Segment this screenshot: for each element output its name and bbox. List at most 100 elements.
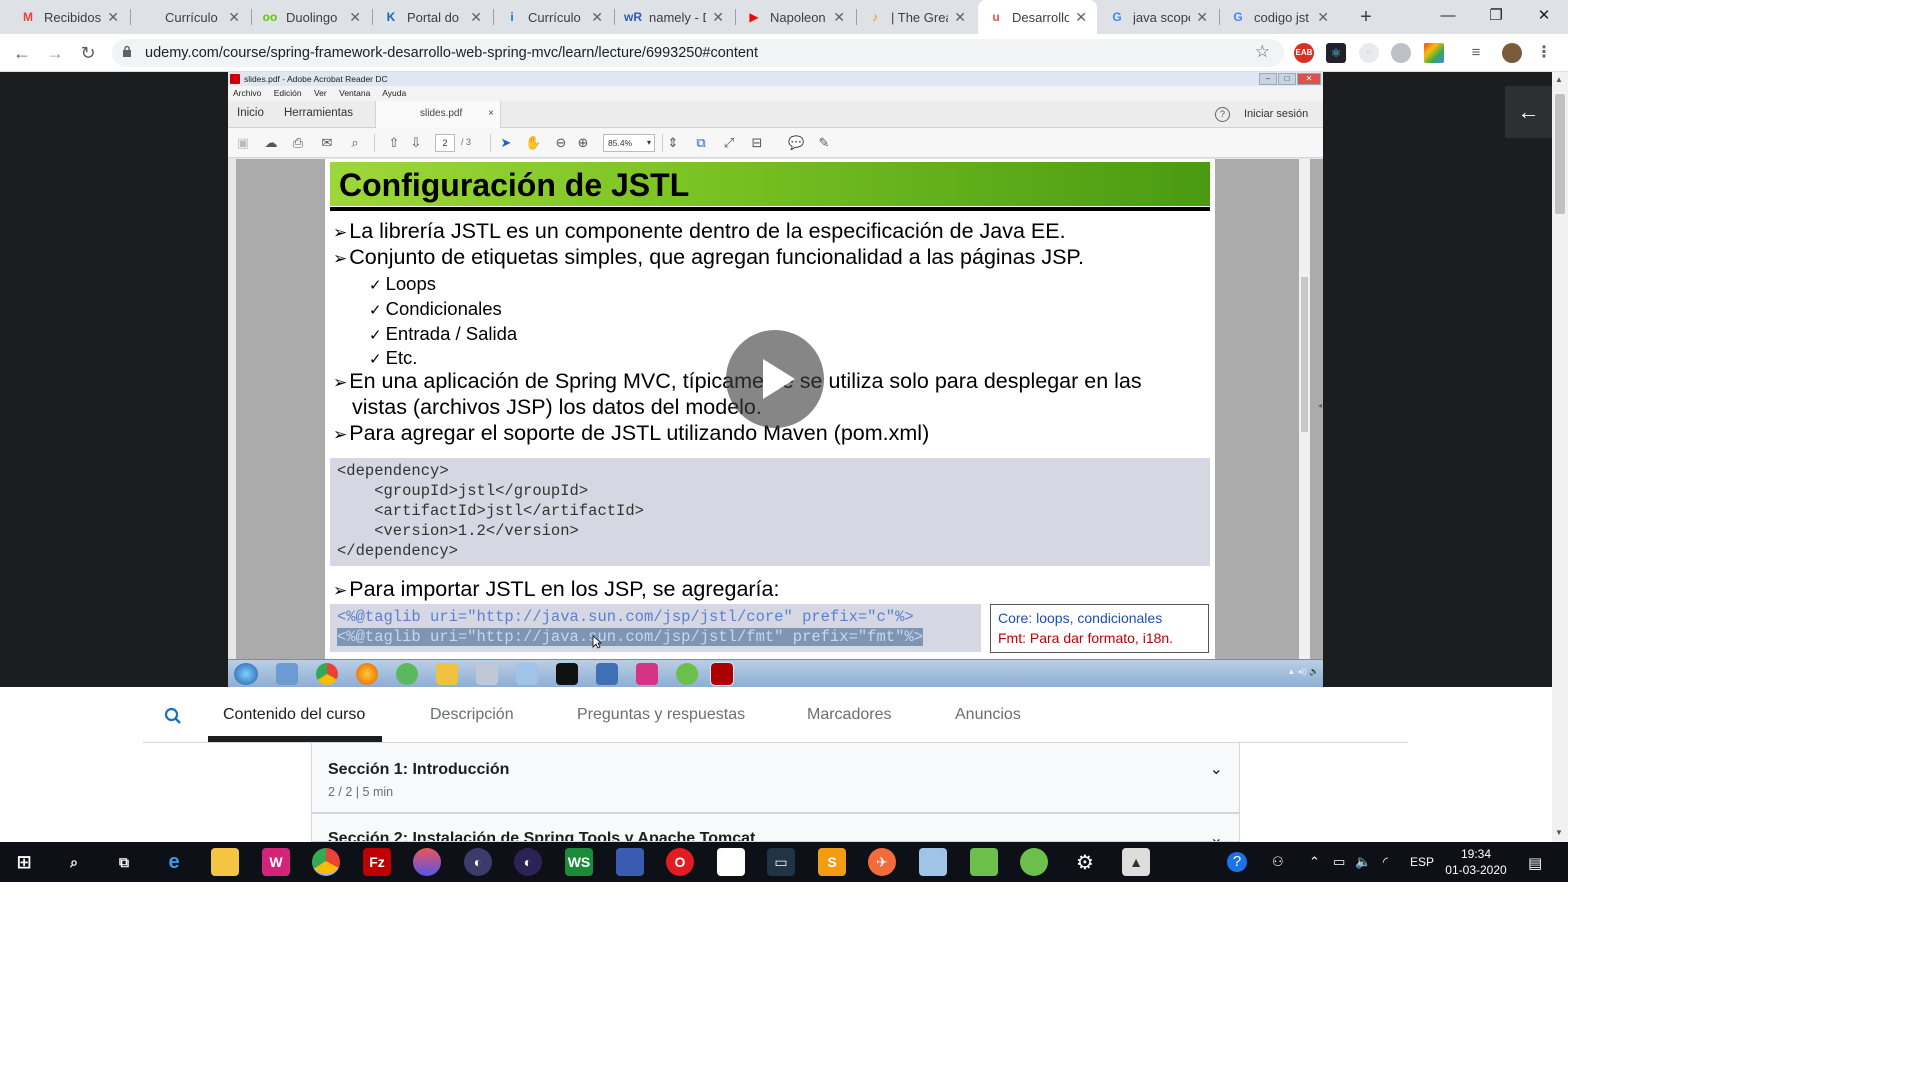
language-indicator[interactable]: ESP — [1410, 855, 1434, 869]
tab-qa[interactable]: Preguntas y respuestas — [577, 706, 745, 724]
console-icon[interactable]: ▭ — [767, 848, 795, 876]
tab-bookmarks[interactable]: Marcadores — [807, 706, 891, 724]
document-icon[interactable] — [717, 848, 745, 876]
extension-gray-icon[interactable]: ◌ — [1359, 43, 1379, 63]
course-section-1[interactable]: Sección 1: Introducción 2 / 2 | 5 min ⌄ — [311, 743, 1240, 813]
tab-close-icon[interactable]: ✕ — [1317, 9, 1329, 26]
browser-tab[interactable]: Gjava scope ✕ — [1099, 0, 1218, 34]
people-icon[interactable]: ⚇ — [1272, 854, 1284, 870]
photos-icon[interactable]: ▲ — [1122, 848, 1150, 876]
forward-arrow-icon[interactable]: → — [42, 40, 68, 66]
postman-icon[interactable]: ✈ — [868, 848, 896, 876]
browser-tab[interactable]: ▶ Napoleon ✕ — [736, 0, 855, 34]
eclipse-2-icon[interactable]: ◐ — [514, 848, 542, 876]
back-arrow-icon[interactable]: ← — [9, 40, 35, 66]
sts-icon[interactable] — [1020, 848, 1048, 876]
tab-close-icon[interactable]: ✕ — [591, 9, 603, 26]
course-section-2[interactable]: Sección 2: Instalación de Spring Tools y… — [311, 813, 1240, 842]
tab-course-content[interactable]: Contenido del curso — [223, 706, 365, 724]
reload-icon[interactable]: ↻ — [75, 40, 101, 66]
chevron-down-icon[interactable]: ⌄ — [1210, 828, 1223, 841]
balloon-app-icon[interactable] — [413, 848, 441, 876]
duolingo-icon: oo — [262, 10, 278, 24]
browser-tab[interactable]: Gcodigo jst ✕ — [1220, 0, 1339, 34]
notifications-icon[interactable]: ▤ — [1528, 854, 1542, 872]
tab-title: Currículo — [165, 9, 218, 25]
network-app-icon[interactable] — [616, 848, 644, 876]
page-scroll-thumb[interactable] — [1555, 94, 1565, 214]
minimize-button[interactable]: — — [1424, 0, 1472, 34]
browser-tab[interactable]: wR namely - D ✕ — [615, 0, 734, 34]
scroll-down-arrow-icon[interactable]: ▼ — [1555, 828, 1563, 837]
bookmark-star-icon[interactable]: ☆ — [1255, 42, 1270, 62]
collapse-sidebar-arrow-icon[interactable]: ← — [1505, 86, 1552, 138]
win7-terminal-icon — [556, 663, 578, 685]
browser-tab[interactable]: i Currículo ✕ — [494, 0, 613, 34]
menu-kebab-icon[interactable]: ⋮ — [1534, 43, 1554, 63]
address-bar[interactable]: udemy.com/course/spring-framework-desarr… — [112, 39, 1284, 67]
tab-close-icon[interactable]: ✕ — [228, 9, 240, 26]
browser-tab[interactable]: u Desarrollo ✕ — [978, 0, 1097, 34]
tab-announcements[interactable]: Anuncios — [955, 706, 1021, 724]
task-view-icon[interactable]: ⧉ — [110, 848, 138, 876]
checkmark-icon: ✓ — [369, 302, 382, 319]
battery-icon[interactable]: ▭ — [1333, 854, 1345, 870]
browser-tab[interactable]: Currículo ✕ — [131, 0, 250, 34]
browser-tab[interactable]: M Recibidos ✕ — [10, 0, 129, 34]
tab-description[interactable]: Descripción — [430, 706, 514, 724]
tab-close-icon[interactable]: ✕ — [1075, 9, 1087, 26]
webstorm-app-icon[interactable]: W — [262, 848, 290, 876]
maximize-button[interactable]: ❐ — [1472, 0, 1520, 34]
notes-icon[interactable] — [919, 848, 947, 876]
file-explorer-icon[interactable] — [211, 848, 239, 876]
chevron-down-icon[interactable]: ⌄ — [1210, 759, 1223, 779]
chrome-icon[interactable] — [312, 848, 340, 876]
tab-close-icon[interactable]: ✕ — [349, 9, 361, 26]
adblock-extension-icon[interactable]: EAB — [1294, 43, 1314, 63]
settings-gear-icon[interactable]: ⚙ — [1071, 848, 1099, 876]
windows-start-icon[interactable]: ⊞ — [10, 848, 38, 876]
wifi-icon[interactable]: ◜ — [1383, 854, 1388, 870]
windows-taskbar: ⊞ ⌕ ⧉ e W Fz ◐ ◐ WS O ▭ S ✈ ⚙ ▲ ? ⚇ ⌃ ▭ … — [0, 842, 1568, 882]
help-tray-icon[interactable]: ? — [1227, 852, 1247, 872]
volume-icon[interactable]: 🔈 — [1355, 854, 1371, 870]
react-extension-icon[interactable]: ⚛ — [1326, 43, 1346, 63]
system-clock[interactable]: 19:34 01-03-2020 — [1444, 846, 1508, 878]
select-cursor-icon: ➤ — [500, 135, 512, 150]
browser-tab[interactable]: oo Duolingo ✕ — [252, 0, 371, 34]
media-control-icon[interactable]: ≡ — [1466, 43, 1486, 63]
webstorm-icon[interactable]: WS — [565, 848, 593, 876]
menu-ventana: Ventana — [339, 88, 371, 98]
sublime-icon[interactable]: S — [818, 848, 846, 876]
udemy-icon: u — [992, 10, 1000, 24]
page-scrollbar[interactable]: ▲ ▼ — [1552, 72, 1568, 842]
filezilla-icon[interactable]: Fz — [363, 848, 391, 876]
lecture-video-player[interactable]: slides.pdf - Adobe Acrobat Reader DC – □… — [228, 72, 1323, 687]
extension-circle-icon[interactable] — [1391, 43, 1411, 63]
profile-avatar[interactable] — [1502, 43, 1522, 63]
eclipse-icon[interactable]: ◐ — [464, 848, 492, 876]
tab-close-icon[interactable]: ✕ — [107, 9, 119, 26]
tab-close-icon[interactable]: ✕ — [954, 9, 966, 26]
tab-close-icon[interactable]: ✕ — [712, 9, 724, 26]
tab-close-icon[interactable]: ✕ — [833, 9, 845, 26]
play-button-icon[interactable] — [726, 330, 824, 428]
acrobat-tab-herramientas: Herramientas — [284, 107, 354, 119]
browser-tab[interactable]: ♪ | The Grea ✕ — [857, 0, 976, 34]
new-tab-button[interactable]: + — [1352, 4, 1380, 30]
browser-toolbar: ← → ↻ udemy.com/course/spring-framework-… — [0, 34, 1568, 72]
edge-icon[interactable]: e — [160, 848, 188, 876]
color-extension-icon[interactable] — [1424, 43, 1444, 63]
tab-close-icon[interactable]: ✕ — [470, 9, 482, 26]
zoom-out-icon: ⊖ — [555, 135, 567, 150]
tab-close-icon[interactable]: ✕ — [1196, 9, 1208, 26]
close-window-button[interactable]: ✕ — [1520, 0, 1568, 34]
win7-acrobat-icon — [710, 662, 734, 686]
scroll-up-arrow-icon[interactable]: ▲ — [1555, 75, 1563, 84]
browser-tab[interactable]: K Portal do ✕ — [373, 0, 492, 34]
search-icon[interactable]: ⌕ — [60, 848, 88, 876]
opera-icon[interactable]: O — [666, 848, 694, 876]
image-editor-icon[interactable] — [970, 848, 998, 876]
search-icon[interactable] — [164, 707, 182, 725]
tray-expand-icon[interactable]: ⌃ — [1309, 854, 1320, 870]
